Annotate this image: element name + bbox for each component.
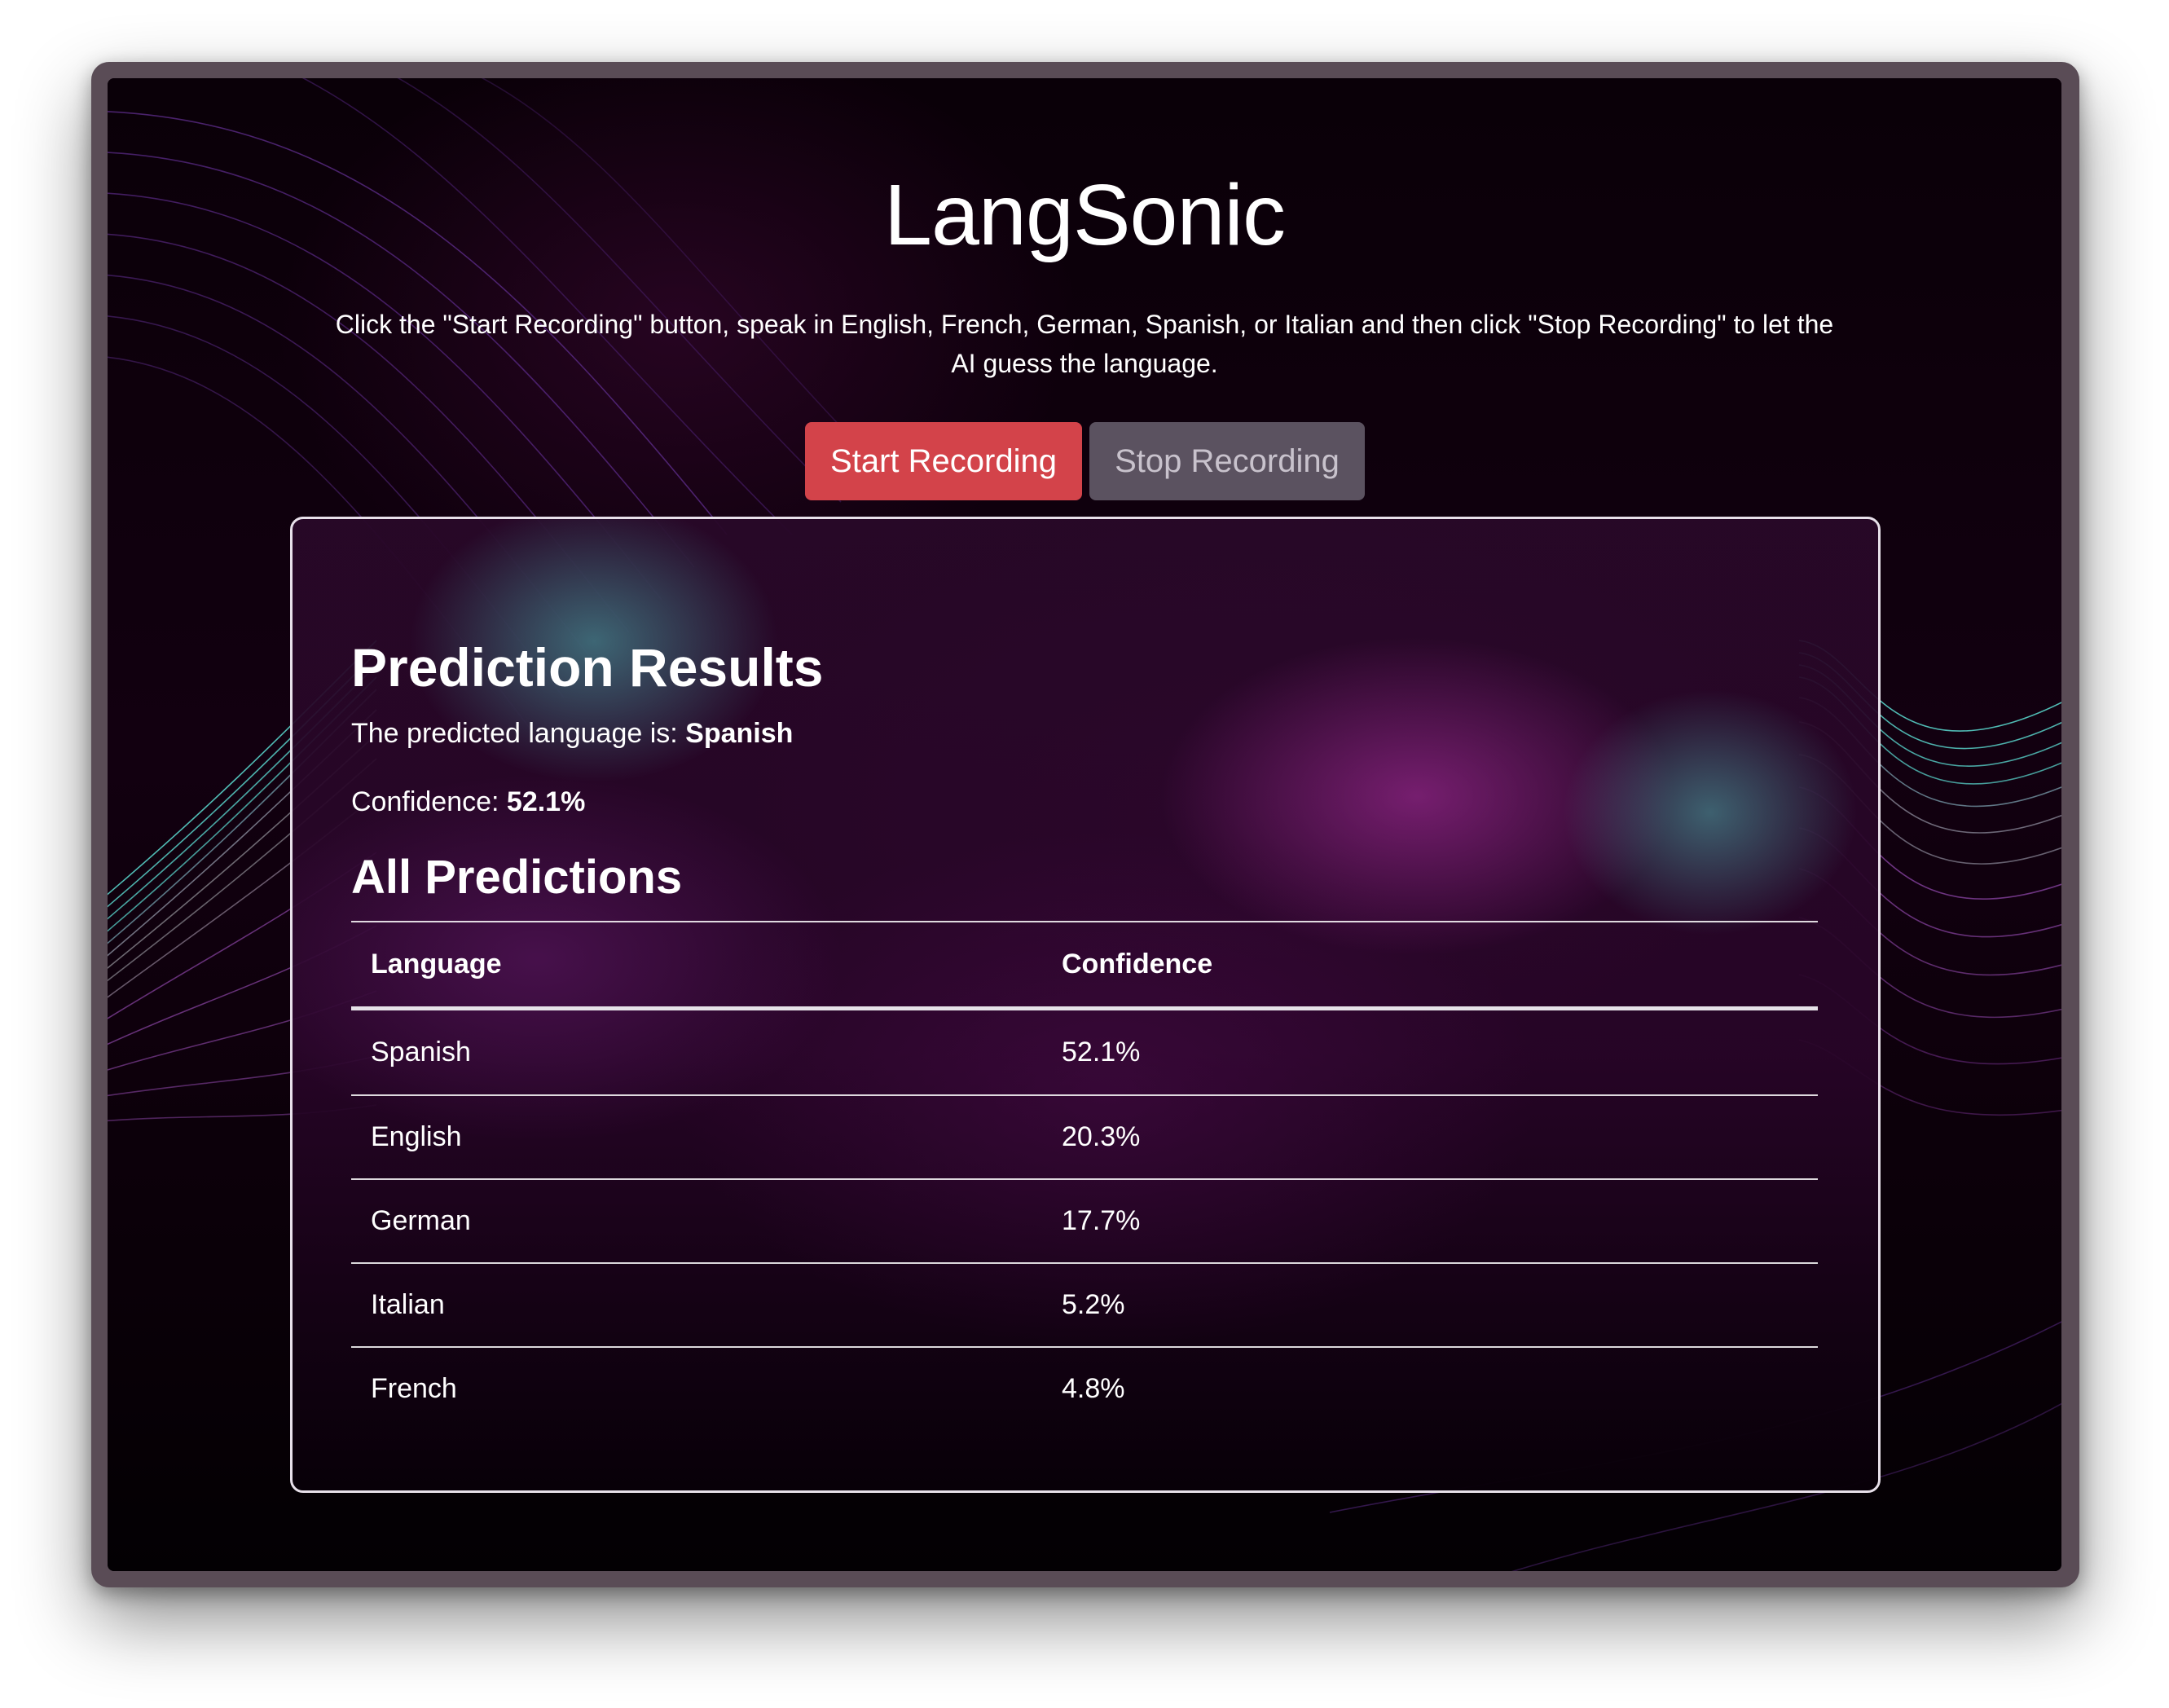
table-row: English 20.3% bbox=[351, 1094, 1818, 1178]
results-title: Prediction Results bbox=[351, 637, 824, 698]
predicted-language-label: The predicted language is: bbox=[351, 718, 686, 749]
start-recording-button[interactable]: Start Recording bbox=[805, 422, 1082, 500]
confidence-cell: 4.8% bbox=[1062, 1373, 1125, 1404]
confidence-cell: 17.7% bbox=[1062, 1205, 1141, 1236]
language-cell: German bbox=[371, 1205, 471, 1236]
app-screen: LangSonic Click the "Start Recording" bu… bbox=[108, 78, 2061, 1571]
all-predictions-title: All Predictions bbox=[351, 851, 683, 904]
column-header-confidence: Confidence bbox=[1062, 949, 1213, 979]
confidence-line: Confidence: 52.1% bbox=[351, 786, 585, 818]
prediction-results-card: Prediction Results The predicted languag… bbox=[290, 517, 1881, 1493]
confidence-cell: 5.2% bbox=[1062, 1289, 1125, 1320]
table-row: Italian 5.2% bbox=[351, 1262, 1818, 1346]
predicted-language-value: Spanish bbox=[685, 718, 794, 749]
table-row: Spanish 52.1% bbox=[351, 1010, 1818, 1094]
predicted-language-line: The predicted language is: Spanish bbox=[351, 718, 793, 750]
table-header-row: Language Confidence bbox=[351, 921, 1818, 1010]
table-row: German 17.7% bbox=[351, 1178, 1818, 1262]
language-cell: English bbox=[371, 1121, 462, 1152]
column-header-language: Language bbox=[371, 949, 502, 979]
confidence-value: 52.1% bbox=[506, 786, 586, 817]
stop-recording-button[interactable]: Stop Recording bbox=[1089, 422, 1365, 500]
confidence-cell: 52.1% bbox=[1062, 1037, 1141, 1068]
confidence-label: Confidence: bbox=[351, 786, 507, 817]
language-cell: Italian bbox=[371, 1289, 445, 1320]
app-title: LangSonic bbox=[884, 167, 1286, 263]
language-cell: Spanish bbox=[371, 1037, 471, 1068]
confidence-cell: 20.3% bbox=[1062, 1121, 1141, 1152]
instructions-text: Click the "Start Recording" button, spea… bbox=[335, 310, 1834, 378]
language-cell: French bbox=[371, 1373, 457, 1404]
predictions-table: Language Confidence Spanish 52.1% Englis… bbox=[351, 921, 1818, 1430]
table-row: French 4.8% bbox=[351, 1346, 1818, 1430]
